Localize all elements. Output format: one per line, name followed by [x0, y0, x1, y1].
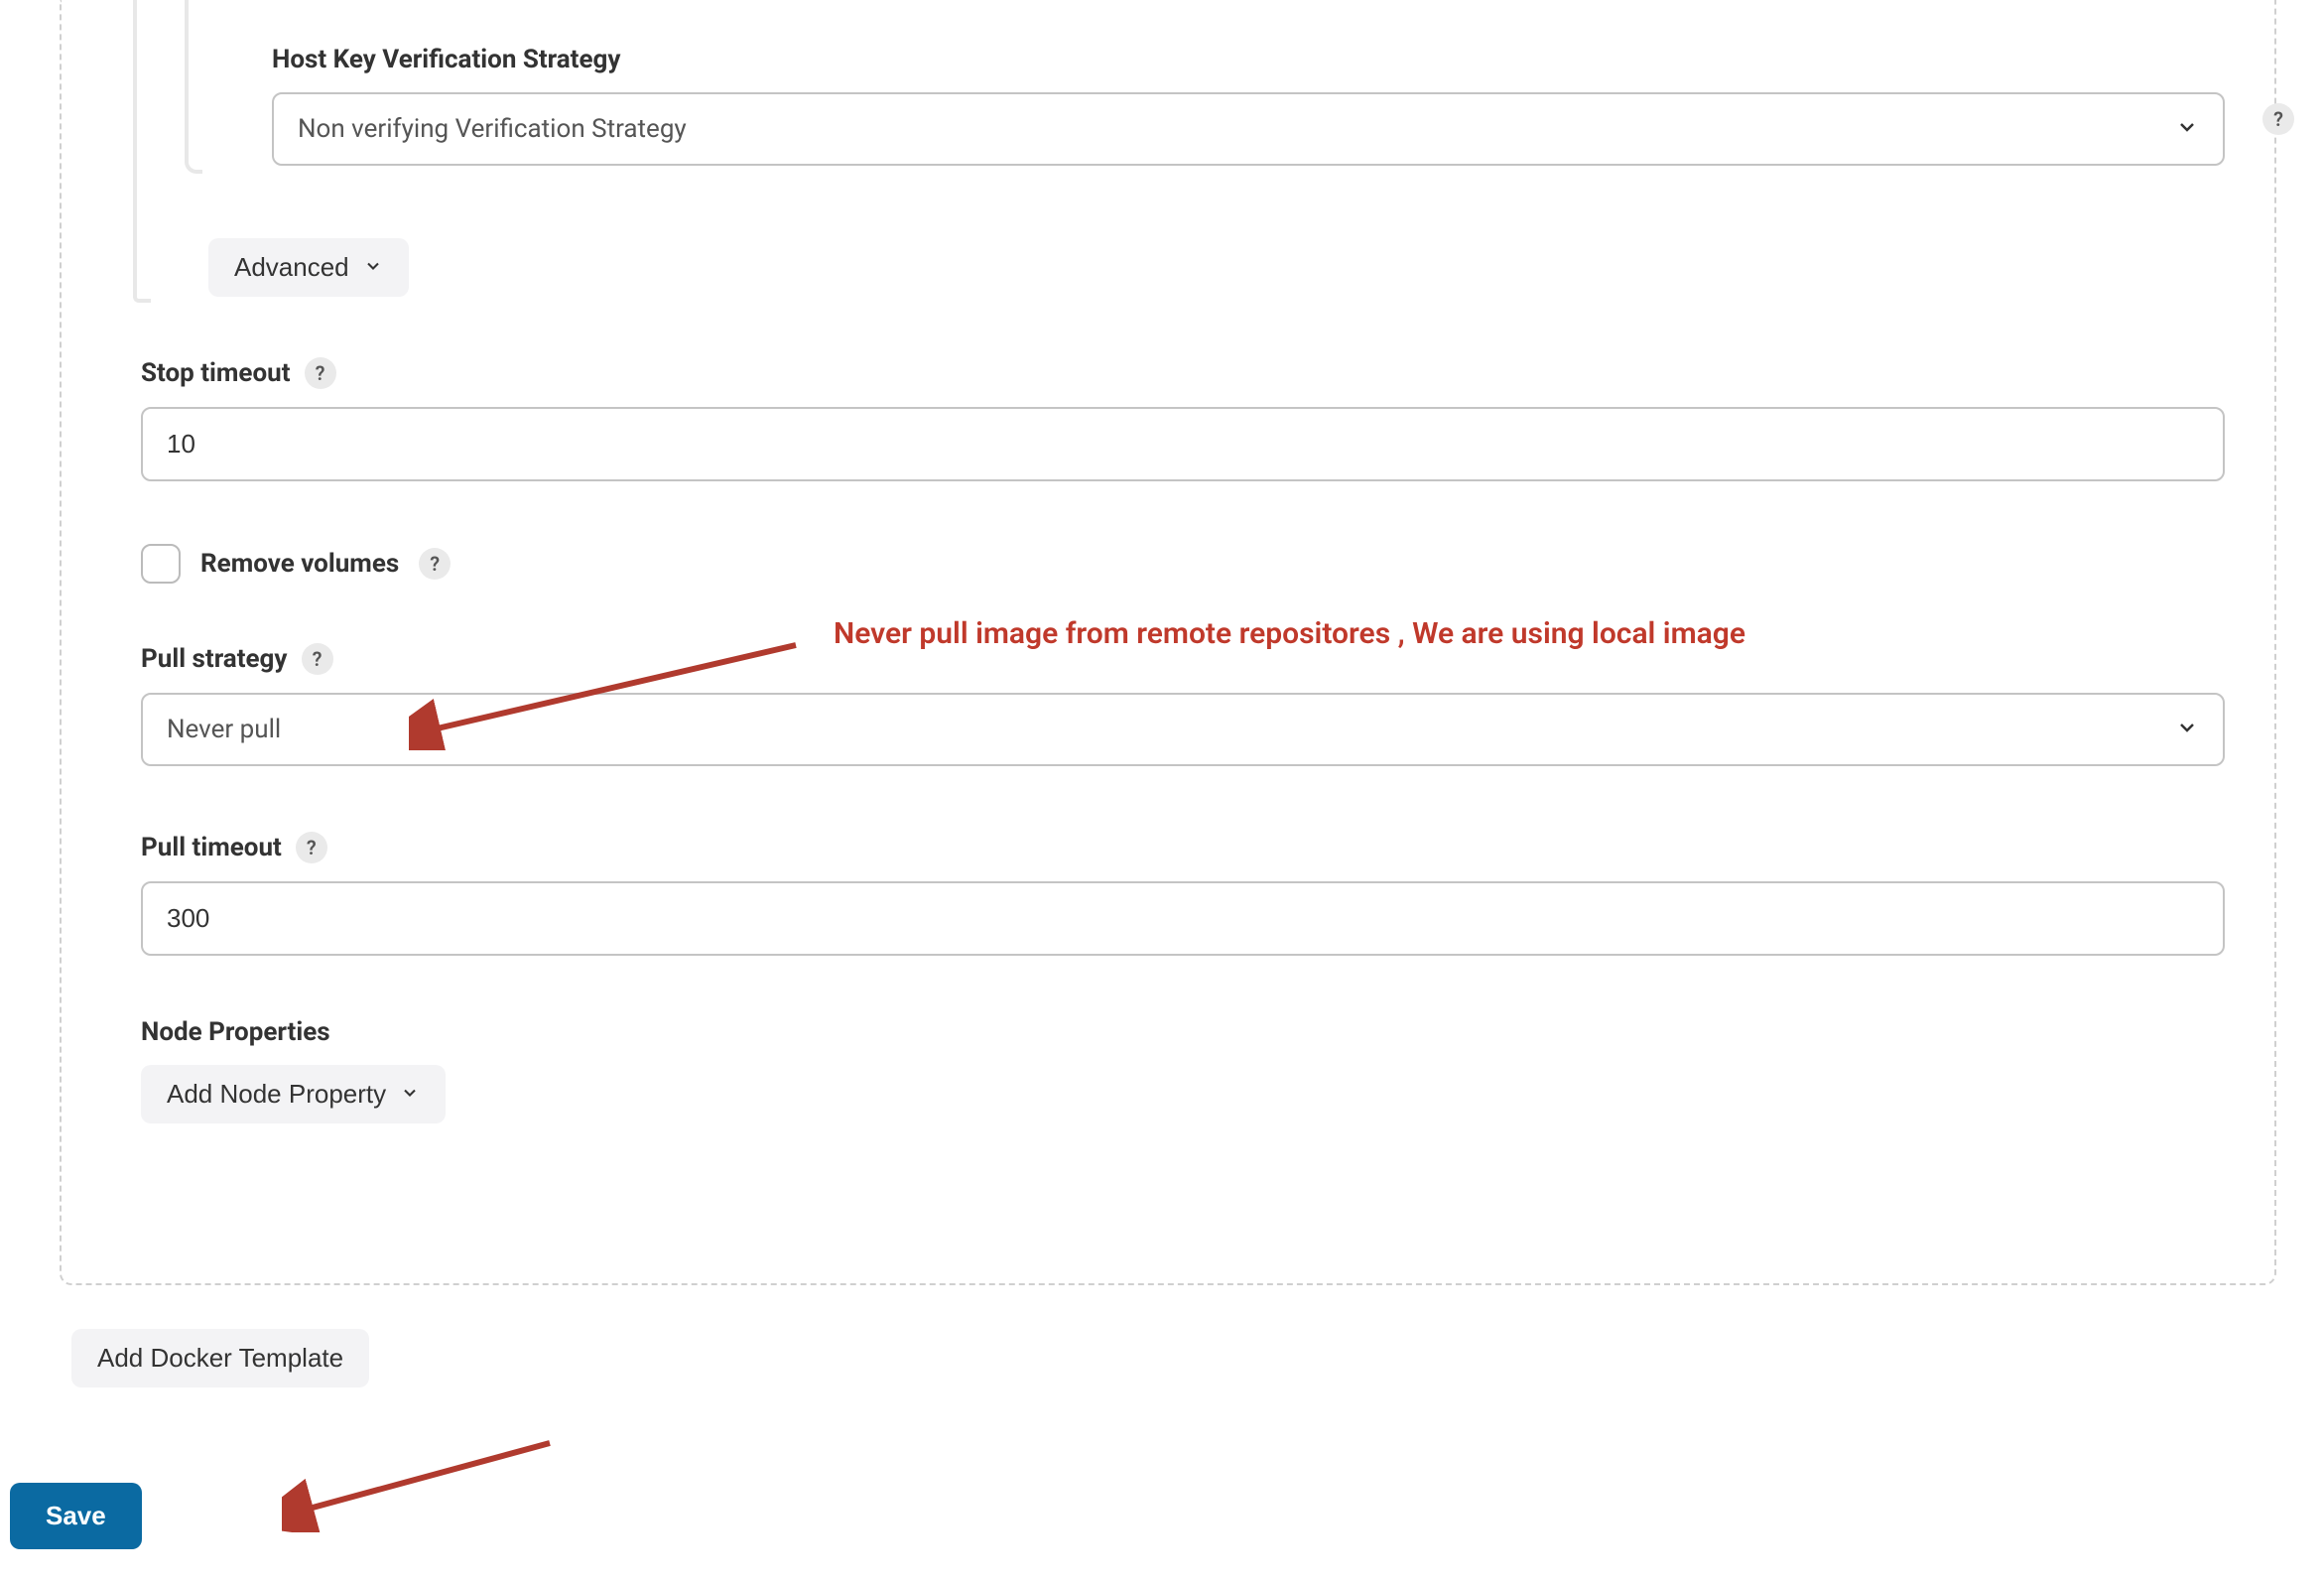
add-node-property-label: Add Node Property: [167, 1079, 386, 1110]
host-key-label: Host Key Verification Strategy: [272, 45, 2225, 74]
add-node-property-button[interactable]: Add Node Property: [141, 1065, 446, 1123]
chevron-down-icon: [363, 252, 383, 283]
advanced-button[interactable]: Advanced: [208, 238, 409, 297]
pull-strategy-label: Pull strategy: [141, 644, 288, 674]
host-key-select-value: Non verifying Verification Strategy: [298, 114, 687, 144]
help-icon[interactable]: ?: [305, 357, 336, 389]
stop-timeout-label: Stop timeout: [141, 358, 291, 388]
annotation-text: Never pull image from remote repositores…: [834, 616, 1745, 651]
add-docker-template-label: Add Docker Template: [97, 1343, 343, 1374]
pull-timeout-input[interactable]: [141, 881, 2225, 956]
remove-volumes-label: Remove volumes: [200, 549, 399, 579]
stop-timeout-input[interactable]: [141, 407, 2225, 481]
help-icon[interactable]: ?: [302, 643, 333, 675]
remove-volumes-checkbox[interactable]: [141, 544, 181, 584]
advanced-button-label: Advanced: [234, 252, 349, 283]
pull-strategy-select-value: Never pull: [167, 715, 281, 744]
pull-timeout-label: Pull timeout: [141, 833, 282, 862]
pull-strategy-select[interactable]: Never pull: [141, 693, 2225, 766]
save-button-label: Save: [46, 1501, 106, 1530]
add-docker-template-button[interactable]: Add Docker Template: [71, 1329, 369, 1387]
host-key-select[interactable]: Non verifying Verification Strategy: [272, 92, 2225, 166]
help-icon[interactable]: ?: [2262, 103, 2294, 135]
chevron-down-icon: [400, 1079, 420, 1110]
help-icon[interactable]: ?: [296, 832, 327, 863]
save-button[interactable]: Save: [10, 1483, 142, 1549]
host-key-label-text: Host Key Verification Strategy: [272, 45, 620, 74]
help-icon[interactable]: ?: [419, 548, 451, 580]
arrow-annotation-icon: [282, 1433, 560, 1532]
node-properties-label: Node Properties: [141, 1017, 330, 1047]
